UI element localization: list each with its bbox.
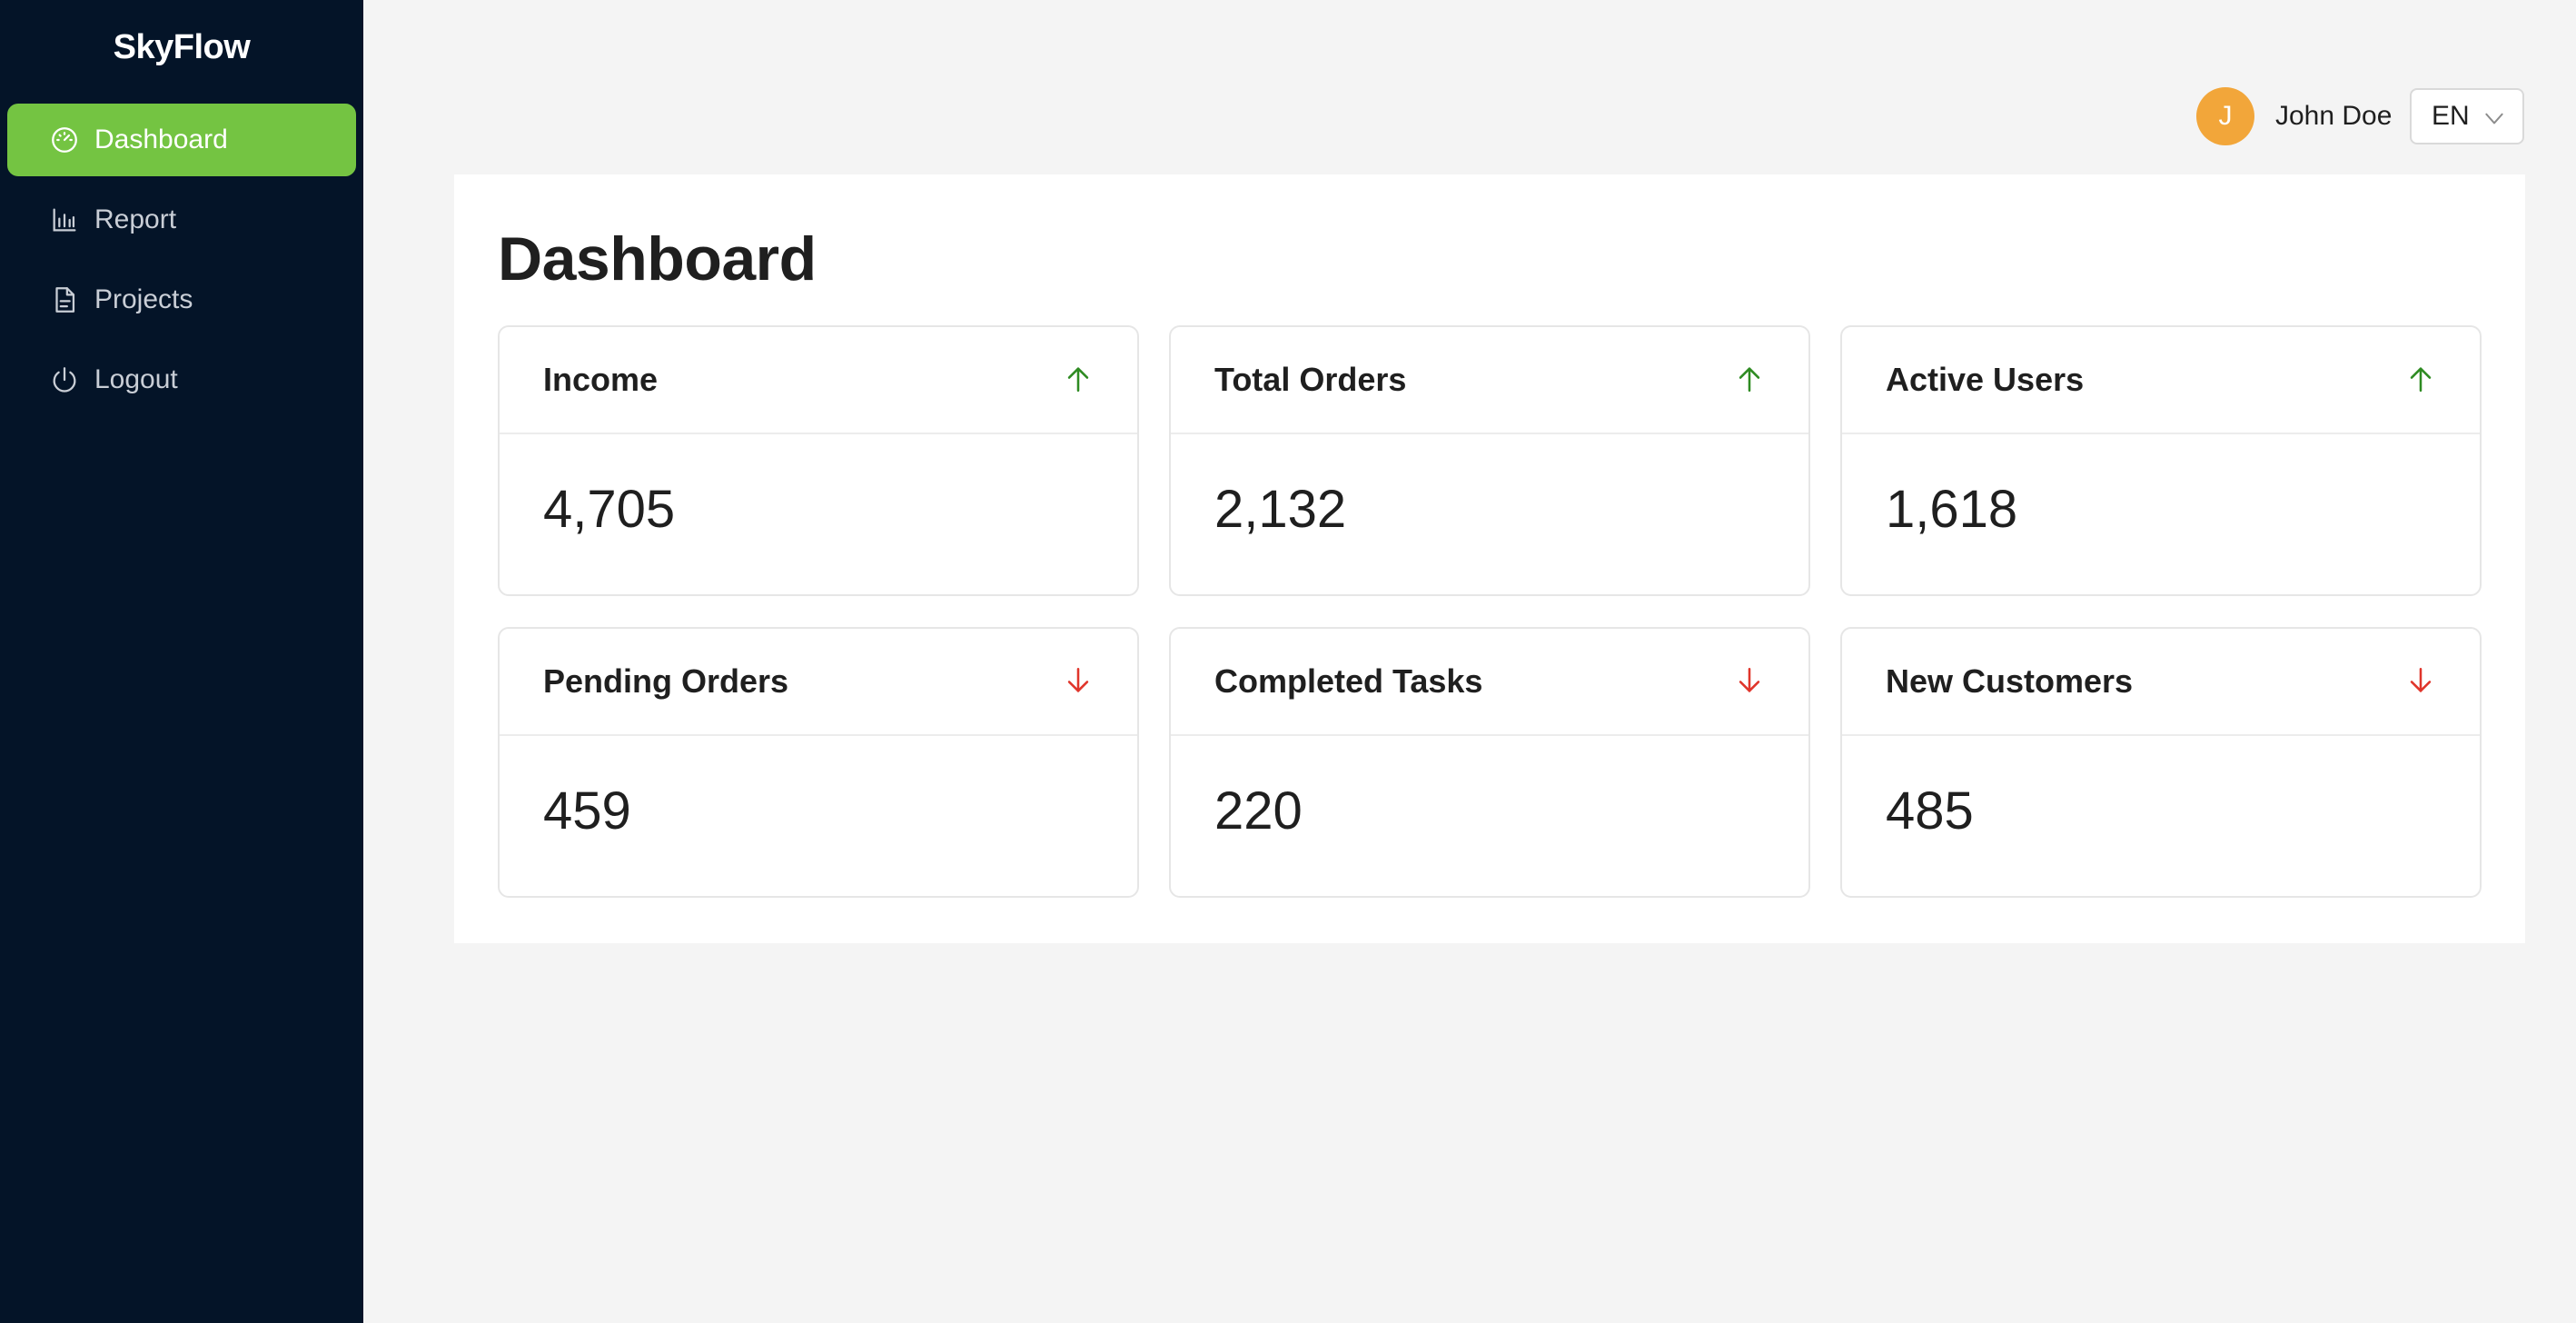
card-title: Pending Orders: [543, 662, 789, 700]
arrow-up-icon: [2405, 363, 2436, 394]
sidebar-item-label: Projects: [94, 284, 193, 314]
dashboard-gauge-icon: [49, 124, 80, 155]
sidebar-item-label: Report: [94, 204, 177, 234]
card-title: Active Users: [1886, 361, 2085, 398]
card-header: Completed Tasks: [1171, 629, 1808, 736]
sidebar-item-label: Logout: [94, 364, 178, 394]
avatar-initial: J: [2218, 101, 2233, 131]
card-header: Total Orders: [1171, 327, 1808, 434]
card-value: 1,618: [1886, 480, 2018, 539]
avatar[interactable]: J: [2196, 87, 2254, 145]
arrow-up-icon: [1063, 363, 1094, 394]
bar-chart-icon: [49, 204, 80, 235]
stat-card-pending-orders: Pending Orders 459: [498, 627, 1139, 898]
sidebar-item-label: Dashboard: [94, 124, 228, 154]
stat-card-income: Income 4,705: [498, 325, 1139, 596]
sidebar-item-projects[interactable]: Projects: [7, 264, 356, 336]
card-value: 4,705: [543, 480, 676, 539]
arrow-down-icon: [1063, 665, 1094, 696]
arrow-down-icon: [2405, 665, 2436, 696]
sidebar-item-logout[interactable]: Logout: [7, 343, 356, 416]
card-value: 459: [543, 781, 631, 841]
card-title: Completed Tasks: [1214, 662, 1483, 700]
stat-card-new-customers: New Customers 485: [1840, 627, 2482, 898]
chevron-down-icon: [2485, 113, 2503, 124]
stat-card-completed-tasks: Completed Tasks 220: [1169, 627, 1810, 898]
power-icon: [49, 364, 80, 395]
card-header: Income: [500, 327, 1137, 434]
card-value: 2,132: [1214, 480, 1347, 539]
card-title: Income: [543, 361, 659, 398]
stat-card-total-orders: Total Orders 2,132: [1169, 325, 1810, 596]
document-icon: [49, 284, 80, 315]
user-name: John Doe: [2275, 101, 2393, 131]
brand-logo: SkyFlow: [113, 28, 251, 66]
card-header: Pending Orders: [500, 629, 1137, 736]
sidebar-item-report[interactable]: Report: [7, 184, 356, 256]
card-header: New Customers: [1842, 629, 2480, 736]
card-title: New Customers: [1886, 662, 2134, 700]
card-header: Active Users: [1842, 327, 2480, 434]
sidebar-item-dashboard[interactable]: Dashboard: [7, 104, 356, 176]
arrow-up-icon: [1734, 363, 1765, 394]
page-title: Dashboard: [498, 224, 817, 293]
card-value: 485: [1886, 781, 1974, 841]
arrow-down-icon: [1734, 665, 1765, 696]
card-title: Total Orders: [1214, 361, 1407, 398]
sidebar: SkyFlow Dashboard Report Projects Logout: [0, 0, 363, 1323]
language-select[interactable]: EN: [2410, 88, 2524, 144]
card-value: 220: [1214, 781, 1303, 841]
stat-card-active-users: Active Users 1,618: [1840, 325, 2482, 596]
language-value: EN: [2432, 101, 2470, 131]
